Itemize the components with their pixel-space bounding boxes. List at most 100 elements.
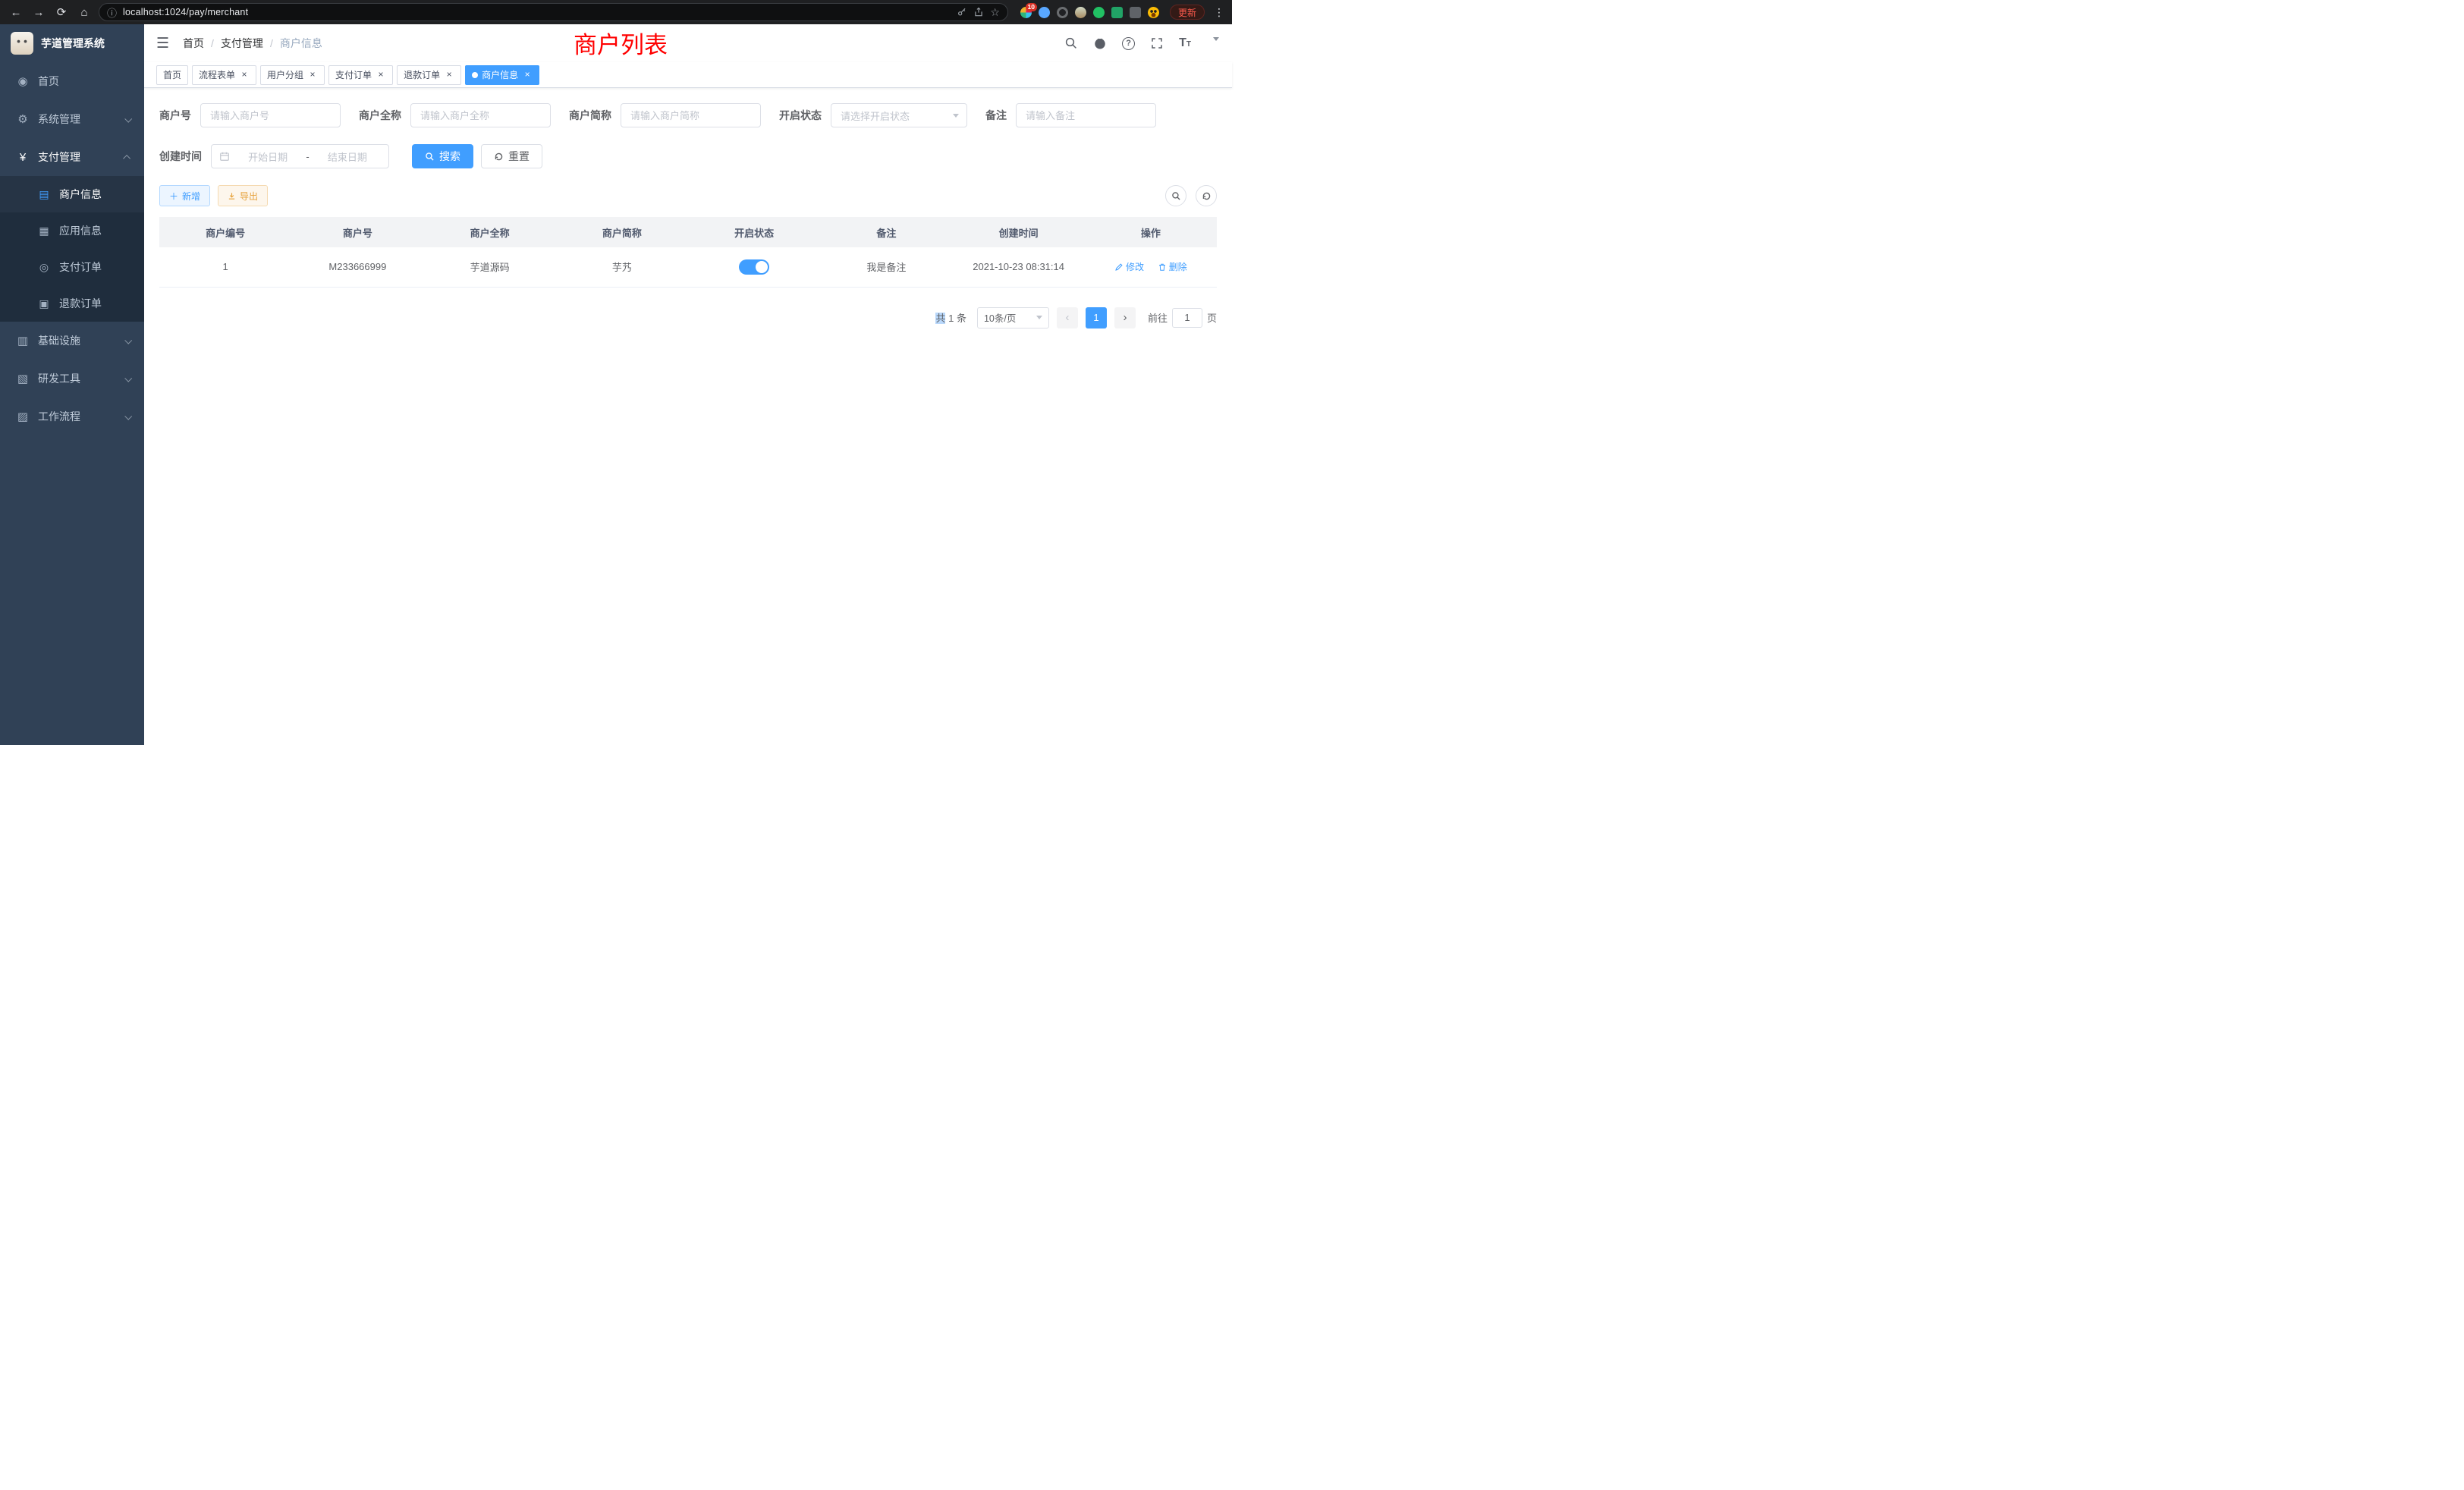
sidebar-item-dev-tools[interactable]: ▧ 研发工具: [0, 360, 144, 398]
extension-icon[interactable]: [1130, 7, 1141, 18]
sidebar-item-system[interactable]: ⚙ 系统管理: [0, 100, 144, 138]
search-icon[interactable]: [1064, 36, 1078, 50]
app-logo[interactable]: 芋道管理系统: [0, 24, 144, 62]
extension-icon[interactable]: [1057, 7, 1068, 18]
close-icon[interactable]: ×: [444, 70, 454, 80]
sidebar-item-merchant-info[interactable]: ▤ 商户信息: [0, 176, 144, 212]
share-icon[interactable]: [973, 7, 984, 17]
home-icon[interactable]: ⌂: [76, 6, 93, 19]
field-merchant-no: 商户号: [159, 103, 341, 127]
browser-menu-icon[interactable]: ⋮: [1214, 6, 1224, 19]
search-button[interactable]: 搜索: [412, 144, 473, 168]
extension-icon[interactable]: 10: [1020, 7, 1032, 18]
tag-user-group[interactable]: 用户分组 ×: [260, 65, 325, 85]
status-toggle[interactable]: [739, 259, 769, 275]
refresh-icon: [494, 152, 504, 162]
tag-refund-orders[interactable]: 退款订单 ×: [397, 65, 461, 85]
select-placeholder: 请选择开启状态: [841, 108, 910, 123]
toggle-search-icon[interactable]: [1165, 185, 1186, 206]
password-key-icon[interactable]: [957, 7, 967, 17]
search-form-row-2: 创建时间 开始日期 - 结束日期 搜索 重置: [159, 144, 1217, 168]
extension-icon[interactable]: [1111, 7, 1123, 18]
extension-icon[interactable]: [1093, 7, 1105, 18]
tags-view: 首页 流程表单 × 用户分组 × 支付订单 × 退款订单 × 商户信息 ×: [144, 62, 1232, 88]
chevron-down-icon: [953, 114, 959, 118]
breadcrumb-item[interactable]: 首页: [183, 36, 204, 51]
trash-icon: [1158, 262, 1167, 272]
dashboard-icon: ◉: [15, 74, 30, 88]
tag-label: 用户分组: [267, 68, 303, 81]
bookmark-star-icon[interactable]: ☆: [990, 6, 1000, 19]
tag-home[interactable]: 首页: [156, 65, 188, 85]
goto-page-input[interactable]: [1172, 308, 1202, 328]
font-size-icon[interactable]: TT: [1179, 36, 1191, 50]
extension-icon[interactable]: [1075, 7, 1086, 18]
browser-update-button[interactable]: 更新: [1170, 5, 1205, 20]
fullscreen-icon[interactable]: [1150, 36, 1164, 50]
close-icon[interactable]: ×: [307, 70, 318, 80]
merchant-no-input[interactable]: [200, 103, 341, 127]
short-name-input[interactable]: [621, 103, 761, 127]
remark-input[interactable]: [1016, 103, 1156, 127]
export-button[interactable]: 导出: [218, 185, 268, 206]
tag-process-form[interactable]: 流程表单 ×: [192, 65, 256, 85]
site-info-icon[interactable]: ⓘ: [107, 5, 117, 20]
refresh-table-icon[interactable]: [1196, 185, 1217, 206]
caret-down-icon: [1213, 37, 1219, 41]
delete-link[interactable]: 删除: [1158, 260, 1187, 273]
tag-label: 流程表单: [199, 68, 235, 81]
breadcrumb-separator: /: [270, 37, 273, 49]
pagination-total: 共 1 条: [935, 310, 966, 325]
create-time-range-picker[interactable]: 开始日期 - 结束日期: [211, 144, 389, 168]
sidebar-item-payment[interactable]: ¥ 支付管理: [0, 138, 144, 176]
sidebar-item-label: 商户信息: [59, 187, 144, 202]
sidebar-item-home[interactable]: ◉ 首页: [0, 62, 144, 100]
breadcrumb: 首页 / 支付管理 / 商户信息: [183, 36, 322, 51]
breadcrumb-separator: /: [211, 37, 214, 49]
address-bar[interactable]: ⓘ localhost:1024/pay/merchant ☆: [99, 3, 1008, 21]
extensions-cluster: 10: [1020, 7, 1159, 18]
close-icon[interactable]: ×: [522, 70, 533, 80]
main-area: ☰ 首页 / 支付管理 / 商户信息 ? TT: [144, 24, 1232, 745]
status-select[interactable]: 请选择开启状态: [831, 103, 967, 127]
table-header-row: 商户编号 商户号 商户全称 商户简称 开启状态 备注 创建时间 操作: [159, 217, 1217, 247]
breadcrumb-item[interactable]: 支付管理: [221, 36, 263, 51]
github-icon[interactable]: [1093, 36, 1107, 50]
profile-avatar-icon[interactable]: [1148, 7, 1159, 18]
reload-icon[interactable]: ⟳: [53, 5, 70, 19]
sidebar-item-refund-orders[interactable]: ▣ 退款订单: [0, 285, 144, 322]
hamburger-icon[interactable]: ☰: [156, 35, 169, 52]
yen-icon: ¥: [15, 151, 30, 164]
prev-page-button[interactable]: ‹: [1057, 307, 1078, 328]
gear-icon: ⚙: [15, 112, 30, 126]
reset-button[interactable]: 重置: [481, 144, 542, 168]
next-page-button[interactable]: ›: [1114, 307, 1136, 328]
field-remark: 备注: [985, 103, 1156, 127]
sidebar-item-label: 支付订单: [59, 259, 144, 275]
merchant-card-icon: ▤: [36, 188, 52, 201]
help-icon[interactable]: ?: [1122, 37, 1135, 50]
field-short-name: 商户简称: [569, 103, 761, 127]
back-icon[interactable]: ←: [8, 6, 24, 19]
extension-icon[interactable]: [1039, 7, 1050, 18]
end-date-placeholder: 结束日期: [314, 149, 381, 164]
close-icon[interactable]: ×: [376, 70, 386, 80]
sidebar-item-infrastructure[interactable]: ▥ 基础设施: [0, 322, 144, 360]
full-name-input[interactable]: [410, 103, 551, 127]
tag-merchant-info[interactable]: 商户信息 ×: [465, 65, 539, 85]
forward-icon[interactable]: →: [30, 6, 47, 19]
sidebar-item-label: 基础设施: [38, 333, 125, 348]
page-size-value: 10条/页: [984, 310, 1016, 325]
page-number[interactable]: 1: [1086, 307, 1107, 328]
sidebar-item-workflow[interactable]: ▨ 工作流程: [0, 398, 144, 435]
close-icon[interactable]: ×: [239, 70, 250, 80]
col-status: 开启状态: [688, 217, 820, 247]
toolbox-icon: ▧: [15, 372, 30, 385]
tag-pay-orders[interactable]: 支付订单 ×: [328, 65, 393, 85]
sidebar-item-app-info[interactable]: ▦ 应用信息: [0, 212, 144, 249]
sidebar-item-pay-orders[interactable]: ◎ 支付订单: [0, 249, 144, 285]
edit-link[interactable]: 修改: [1114, 260, 1144, 273]
page-size-select[interactable]: 10条/页: [977, 307, 1049, 328]
add-button[interactable]: ＋ 新增: [159, 185, 210, 206]
refund-doc-icon: ▣: [36, 297, 52, 310]
